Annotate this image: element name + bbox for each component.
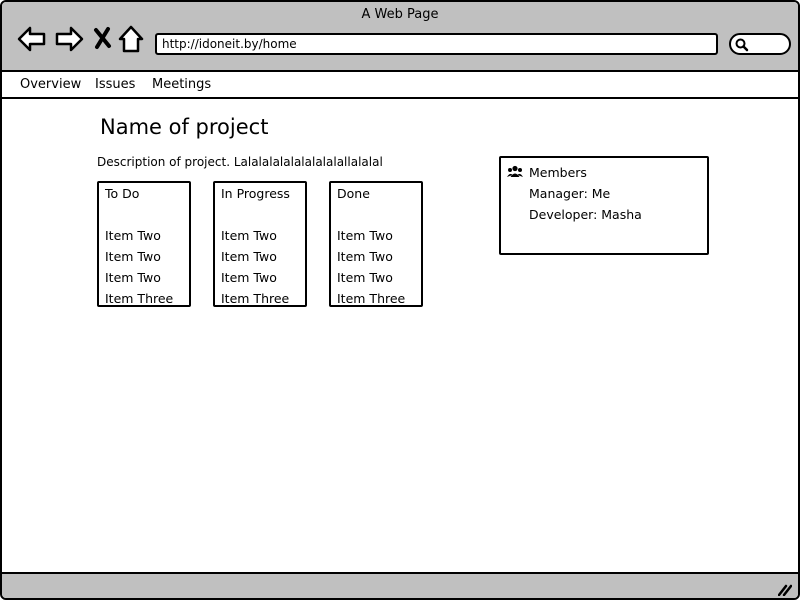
list-item[interactable]: Item Two xyxy=(221,270,277,285)
members-panel: Members Manager: Me Developer: Masha xyxy=(499,156,709,255)
page-title: Name of project xyxy=(100,115,269,139)
list-item[interactable]: Item Three xyxy=(221,291,289,306)
search-field[interactable] xyxy=(729,33,791,55)
nav-item-overview[interactable]: Overview xyxy=(20,77,81,92)
forward-button[interactable] xyxy=(54,24,84,54)
project-description: Description of project. Lalalalalalalala… xyxy=(97,155,383,169)
home-icon xyxy=(118,25,144,53)
list-item[interactable]: Item Two xyxy=(105,270,161,285)
column-title: In Progress xyxy=(221,186,290,201)
list-item[interactable]: Item Two xyxy=(221,249,277,264)
list-item[interactable]: Item Two xyxy=(221,228,277,243)
list-item[interactable]: Item Two xyxy=(337,249,393,264)
member-manager: Manager: Me xyxy=(529,186,611,201)
members-title: Members xyxy=(529,165,587,180)
home-button[interactable] xyxy=(118,24,148,54)
back-button[interactable] xyxy=(17,24,47,54)
browser-window: A Web Page http://idoneit.by/home Overvi… xyxy=(0,0,800,600)
users-icon xyxy=(507,165,523,177)
column-in-progress: In Progress Item Two Item Two Item Two I… xyxy=(213,181,307,307)
list-item[interactable]: Item Two xyxy=(337,228,393,243)
column-done: Done Item Two Item Two Item Two Item Thr… xyxy=(329,181,423,307)
status-bar xyxy=(2,572,798,598)
forward-arrow-icon xyxy=(55,26,84,52)
column-title: To Do xyxy=(105,186,140,201)
url-input[interactable]: http://idoneit.by/home xyxy=(155,33,718,55)
list-item[interactable]: Item Two xyxy=(337,270,393,285)
member-developer: Developer: Masha xyxy=(529,207,642,222)
list-item[interactable]: Item Two xyxy=(105,249,161,264)
back-arrow-icon xyxy=(17,26,46,52)
nav-menu: Overview Issues Meetings xyxy=(2,72,798,99)
browser-titlebar: A Web Page http://idoneit.by/home xyxy=(2,2,798,72)
resize-grip-icon[interactable] xyxy=(778,584,792,596)
list-item[interactable]: Item Three xyxy=(337,291,405,306)
list-item[interactable]: Item Two xyxy=(105,228,161,243)
window-title: A Web Page xyxy=(361,7,439,22)
nav-item-issues[interactable]: Issues xyxy=(95,77,135,92)
page-content: Name of project Description of project. … xyxy=(2,99,798,572)
list-item[interactable]: Item Three xyxy=(105,291,173,306)
column-title: Done xyxy=(337,186,370,201)
nav-item-meetings[interactable]: Meetings xyxy=(152,77,211,92)
column-todo: To Do Item Two Item Two Item Two Item Th… xyxy=(97,181,191,307)
search-icon xyxy=(735,38,749,52)
